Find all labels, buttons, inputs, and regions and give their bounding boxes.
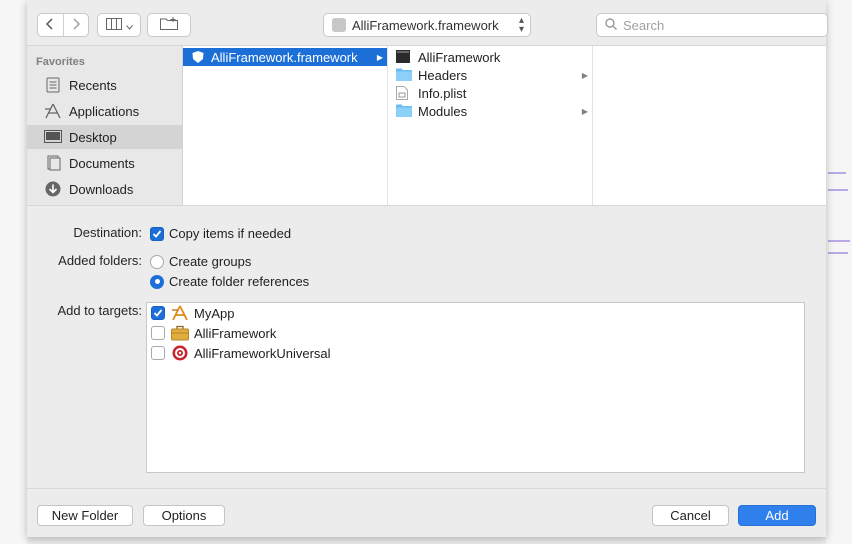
target-checkbox[interactable] [151,306,165,320]
new-folder-button[interactable]: New Folder [37,505,133,526]
options-button[interactable]: Options [143,505,225,526]
new-folder-toolbar-button[interactable] [147,13,191,37]
create-groups-radio[interactable] [150,254,164,269]
browser-column-2: AlliFramework Headers ▶ Info.plist Modul… [388,46,593,205]
disclosure-arrow-icon: ▶ [376,52,383,62]
target-icon [171,344,189,362]
sidebar-item-downloads[interactable]: Downloads [27,177,182,201]
list-item[interactable]: Headers ▶ [388,66,592,84]
browser-column-1: AlliFramework.framework ▶ [183,46,388,205]
cancel-button[interactable]: Cancel [652,505,729,526]
target-checkbox[interactable] [151,326,165,340]
copy-items-checkbox[interactable] [150,226,164,241]
target-label: AlliFrameworkUniversal [194,345,331,361]
documents-icon [44,154,62,172]
framework-icon [191,50,205,64]
search-icon [605,17,617,33]
applications-icon [44,102,62,120]
path-label: AlliFramework.framework [352,17,499,33]
list-item[interactable]: Modules ▶ [388,102,592,120]
background-editor-minimap [826,0,852,544]
downloads-icon [44,180,62,198]
add-button[interactable]: Add [738,505,816,526]
list-item-label: Headers [418,67,468,83]
exec-icon [396,50,412,64]
targets-label: Add to targets: [57,303,142,318]
target-checkbox[interactable] [151,346,165,360]
list-item[interactable]: AlliFramework.framework ▶ [183,48,387,66]
path-popup[interactable]: AlliFramework.framework ▴ ▾ [323,13,531,37]
sidebar-item-documents[interactable]: Documents [27,151,182,175]
added-folders-label: Added folders: [58,253,142,268]
copy-items-option[interactable]: Copy items if needed [150,226,291,241]
sidebar-item-applications[interactable]: Applications [27,99,182,123]
framework-icon [332,18,346,32]
disclosure-arrow-icon: ▶ [581,106,588,116]
columns-icon [105,17,122,33]
sidebar-item-recents[interactable]: Recents [27,73,182,97]
new-folder-icon [160,17,178,33]
sidebar-item-label: Recents [69,77,117,93]
updown-arrows-icon: ▴ ▾ [518,15,524,35]
list-item-label: Modules [418,103,468,119]
chevron-down-icon [125,18,133,33]
recents-icon [44,76,62,94]
list-item[interactable]: AlliFramework [388,48,592,66]
create-groups-option[interactable]: Create groups [150,254,251,269]
plist-icon [396,86,412,100]
folder-icon [396,104,412,118]
list-item-label: AlliFramework.framework [211,49,358,65]
sidebar-item-label: Desktop [69,129,117,145]
background-editor-gutter [0,0,27,544]
create-groups-label: Create groups [169,254,252,269]
list-item-label: AlliFramework [418,49,501,65]
target-row-alliframework[interactable]: AlliFramework [151,323,276,343]
file-browser: Favorites Recents Applications Desktop D… [27,45,826,206]
view-mode-button[interactable] [97,13,141,37]
app-icon [171,304,189,322]
target-row-alliframework-universal[interactable]: AlliFrameworkUniversal [151,343,331,363]
targets-list: MyApp AlliFramework AlliFrameworkUnivers… [146,302,805,473]
sidebar-item-label: Applications [69,103,140,119]
forward-icon[interactable] [64,17,89,33]
browser-column-3 [593,46,826,205]
target-label: MyApp [194,305,235,321]
sidebar-item-label: Documents [69,155,135,171]
create-folder-refs-radio[interactable] [150,274,164,289]
create-folder-refs-label: Create folder references [169,274,310,289]
disclosure-arrow-icon: ▶ [581,70,588,80]
create-folder-refs-option[interactable]: Create folder references [150,274,309,289]
favorites-heading: Favorites [36,56,85,68]
search-field[interactable]: Search [596,13,828,37]
list-item[interactable]: Info.plist [388,84,592,102]
desktop-icon [44,128,62,146]
sidebar-item-label: Downloads [69,181,134,197]
footer-divider [27,488,826,489]
toolbox-icon [171,324,189,342]
target-label: AlliFramework [194,325,277,341]
back-forward-buttons [37,13,89,37]
sidebar: Favorites Recents Applications Desktop D… [27,46,183,205]
list-item-label: Info.plist [418,85,467,101]
folder-icon [396,68,412,82]
search-placeholder: Search [623,17,665,33]
add-files-dialog: AlliFramework.framework ▴ ▾ Search Favori… [27,0,828,537]
destination-label: Destination: [73,225,142,240]
back-icon[interactable] [38,17,63,33]
target-row-myapp[interactable]: MyApp [151,303,234,323]
copy-items-label: Copy items if needed [169,226,292,241]
sidebar-item-desktop[interactable]: Desktop [27,125,182,149]
